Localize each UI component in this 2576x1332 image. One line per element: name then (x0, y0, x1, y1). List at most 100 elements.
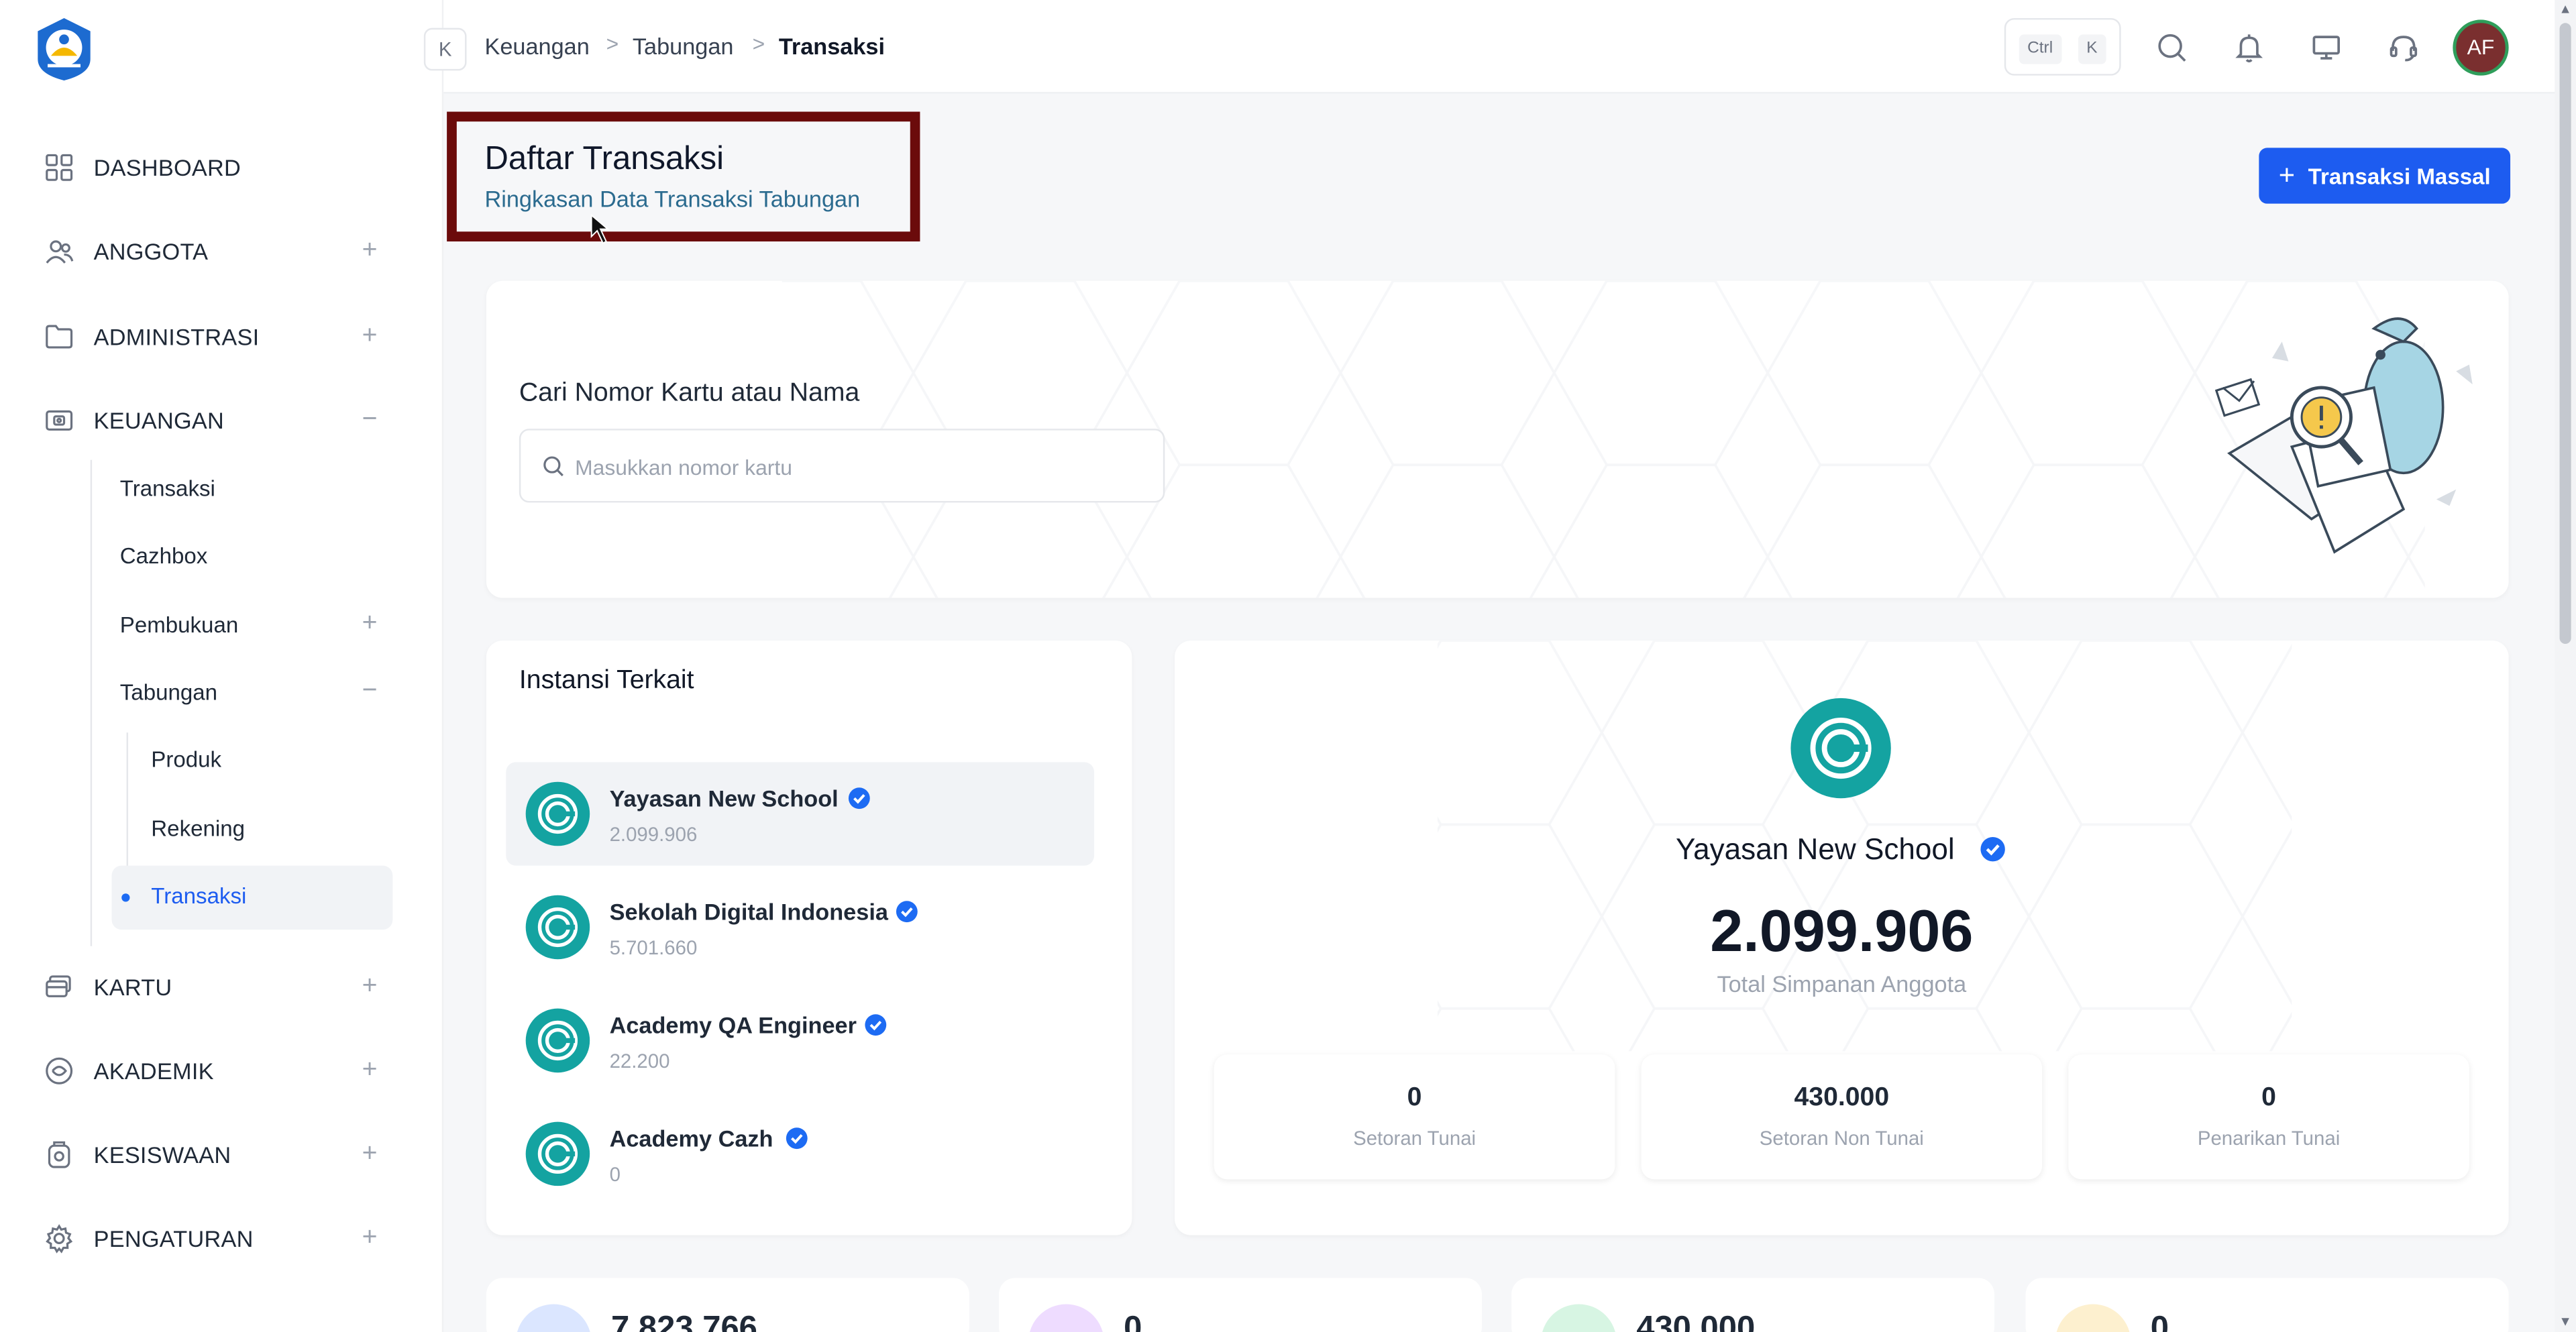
mouse-cursor-icon (590, 213, 610, 244)
stat-value: 0 (2261, 1084, 2276, 1112)
verified-badge-icon (1980, 836, 2005, 862)
collapse-icon[interactable]: − (358, 404, 381, 437)
sidebar-item-kartu[interactable]: KARTU + (0, 958, 443, 1017)
summary-card-3: 430.000 (1511, 1278, 1995, 1332)
sidebar: DASHBOARD ANGGOTA + ADMINISTRASI + KEUAN… (0, 0, 444, 1332)
avatar[interactable]: AF (2453, 19, 2509, 76)
sidebar-sub-label: Cazhbox (119, 543, 208, 569)
summary-icon (515, 1304, 592, 1332)
sidebar-item-kesiswaan[interactable]: KESISWAAN + (0, 1125, 443, 1184)
scrollbar-thumb[interactable] (2559, 23, 2571, 645)
sidebar-item-label: PENGATURAN (93, 1225, 254, 1252)
stat-penarikan-tunai: 0 Penarikan Tunai (2068, 1054, 2469, 1180)
instansi-value: 5.701.660 (609, 936, 698, 960)
plus-icon: + (2278, 159, 2296, 191)
kbd-k: K (2078, 34, 2106, 64)
scroll-up-arrow-icon[interactable]: ▲ (2558, 1, 2573, 16)
search-icon[interactable] (2155, 32, 2188, 64)
sidebar-item-label: ANGGOTA (93, 238, 209, 265)
gear-icon (46, 1224, 73, 1254)
expand-icon[interactable]: + (358, 321, 381, 353)
sidebar-item-administrasi[interactable]: ADMINISTRASI + (0, 307, 443, 366)
stat-setoran-tunai: 0 Setoran Tunai (1214, 1054, 1615, 1180)
verified-badge-icon (786, 1127, 808, 1150)
search-placeholder: Masukkan nomor kartu (575, 455, 792, 480)
search-input[interactable]: Masukkan nomor kartu (519, 429, 1165, 503)
instansi-logo (525, 781, 590, 846)
instansi-item-academy-qa-engineer[interactable]: Academy QA Engineer 22.200 (506, 989, 1094, 1092)
sidebar-item-keuangan[interactable]: KEUANGAN − (0, 391, 443, 450)
instansi-name: Sekolah Digital Indonesia (609, 898, 888, 925)
grid-icon (46, 154, 73, 181)
sidebar-sub-rekening[interactable]: Rekening (0, 800, 443, 859)
sidebar-sub-transaksi-tabungan[interactable]: Transaksi (0, 867, 443, 926)
breadcrumb-tabungan[interactable]: Tabungan (633, 33, 734, 59)
page-subtitle: Ringkasan Data Transaksi Tabungan (484, 185, 861, 212)
stat-caption: Penarikan Tunai (2197, 1127, 2341, 1150)
expand-icon[interactable]: + (358, 1138, 381, 1171)
summary-value: 0 (1124, 1311, 1142, 1332)
sidebar-item-label: AKADEMIK (93, 1058, 214, 1085)
instansi-item-sekolah-digital-indonesia[interactable]: Sekolah Digital Indonesia 5.701.660 (506, 875, 1094, 979)
summary-icon (1028, 1304, 1104, 1332)
cazh-logo-icon (537, 1020, 578, 1061)
card-icon (46, 975, 71, 997)
instansi-item-yayasan-new-school[interactable]: Yayasan New School 2.099.906 (506, 762, 1095, 866)
sidebar-sub-label: Rekening (151, 816, 246, 841)
instansi-value: 2.099.906 (609, 822, 698, 846)
page-scrollbar[interactable]: ▲ ▼ (2555, 0, 2576, 1332)
sidebar-item-dashboard[interactable]: DASHBOARD (0, 138, 443, 197)
expand-icon[interactable]: + (358, 970, 381, 1003)
sidebar-item-pengaturan[interactable]: PENGATURAN + (0, 1209, 443, 1268)
sidebar-item-label: KARTU (93, 974, 172, 1001)
verified-badge-icon (848, 787, 870, 810)
money-icon (46, 410, 73, 431)
sidebar-item-label: KEUANGAN (93, 407, 224, 434)
summary-card-2: 0 (998, 1278, 1482, 1332)
sidebar-collapse-button[interactable]: K (423, 27, 467, 71)
transaksi-massal-button[interactable]: + Transaksi Massal (2259, 148, 2511, 204)
sidebar-sub-label: Transaksi (151, 883, 247, 909)
expand-icon[interactable]: + (358, 235, 381, 268)
sidebar-item-akademik[interactable]: AKADEMIK + (0, 1042, 443, 1101)
verified-badge-icon (865, 1014, 887, 1036)
sidebar-sub-cazhbox[interactable]: Cazhbox (0, 527, 443, 586)
stat-value: 430.000 (1794, 1084, 1890, 1112)
button-label: Transaksi Massal (2308, 163, 2491, 188)
cazh-logo-icon (1810, 717, 1872, 779)
stat-value: 0 (1407, 1084, 1422, 1112)
command-palette-shortcut[interactable]: Ctrl K (2004, 17, 2121, 76)
summary-value: 0 (2150, 1311, 2169, 1332)
mail-search-illustration (2214, 317, 2473, 554)
sidebar-item-label: KESISWAAN (93, 1142, 231, 1168)
page-title: Daftar Transaksi (484, 141, 724, 178)
sidebar-sub-pembukuan[interactable]: Pembukuan + (0, 596, 443, 655)
instansi-item-academy-cazh[interactable]: Academy Cazh 0 (506, 1102, 1094, 1205)
instansi-name: Academy Cazh (609, 1125, 773, 1152)
users-icon (46, 240, 74, 264)
sidebar-sub-label: Produk (151, 747, 222, 773)
expand-icon[interactable]: + (358, 1222, 381, 1255)
sidebar-sub-transaksi[interactable]: Transaksi (0, 460, 443, 519)
total-simpanan-caption: Total Simpanan Anggota (1717, 970, 1967, 997)
stat-caption: Setoran Tunai (1353, 1127, 1477, 1150)
instansi-value: 0 (609, 1162, 621, 1186)
academic-icon (46, 1057, 73, 1085)
monitor-icon[interactable] (2310, 32, 2343, 64)
cazh-logo-icon (537, 907, 578, 948)
headset-icon[interactable] (2387, 32, 2420, 64)
breadcrumb-separator: > (606, 31, 619, 56)
expand-icon[interactable]: + (358, 608, 381, 641)
scroll-down-arrow-icon[interactable]: ▼ (2558, 1314, 2573, 1329)
sidebar-sub-produk[interactable]: Produk (0, 731, 443, 790)
sidebar-sub-tabungan[interactable]: Tabungan − (0, 663, 443, 722)
instansi-value: 22.200 (609, 1049, 670, 1073)
instansi-logo (525, 1008, 590, 1073)
total-simpanan-value: 2.099.906 (1710, 897, 1974, 964)
collapse-icon[interactable]: − (358, 675, 381, 708)
sidebar-item-anggota[interactable]: ANGGOTA + (0, 222, 443, 281)
breadcrumb-keuangan[interactable]: Keuangan (484, 33, 589, 59)
expand-icon[interactable]: + (358, 1054, 381, 1087)
bell-icon[interactable] (2233, 32, 2265, 64)
verified-badge-icon (896, 901, 918, 923)
